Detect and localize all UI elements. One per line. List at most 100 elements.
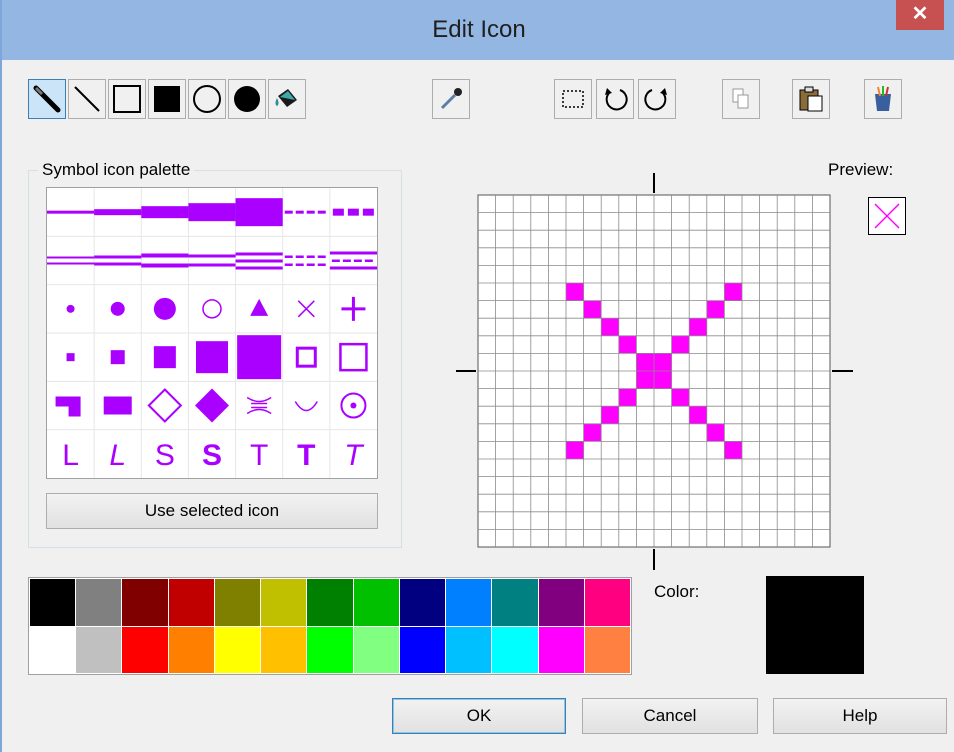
color-swatch-top-1[interactable] — [30, 579, 76, 626]
color-swatch-top-3[interactable] — [122, 579, 168, 626]
palette-symbol-diamond-outline[interactable] — [147, 388, 183, 423]
palette-symbol-glyph-S-bold[interactable]: S — [202, 439, 222, 472]
color-swatch-top-7[interactable] — [307, 579, 353, 626]
palette-symbol-glyph-L-italic[interactable]: L — [109, 439, 126, 472]
palette-symbol-double-thick[interactable] — [141, 253, 189, 268]
palette-symbol-dot-large[interactable] — [153, 297, 176, 320]
palette-symbol-triple[interactable] — [235, 252, 283, 270]
rotate-cw-icon — [642, 84, 672, 114]
eyedropper-icon — [436, 84, 466, 114]
palette-symbol-line-medium[interactable] — [94, 209, 142, 216]
palette-symbol-dash-thin[interactable] — [284, 210, 326, 214]
editor-pixel — [671, 335, 690, 354]
palette-symbol-dash-thick[interactable] — [332, 208, 374, 216]
palette-glyph-glyph-S: S — [155, 439, 175, 472]
palette-symbol-double-split[interactable] — [188, 254, 236, 267]
color-swatch-top-8[interactable] — [353, 579, 399, 626]
palette-symbol-arc[interactable] — [294, 401, 318, 412]
use-selected-icon-button[interactable]: Use selected icon — [46, 493, 378, 529]
palette-symbol-square-outline-large[interactable] — [339, 342, 368, 372]
palette-symbol-dot-small[interactable] — [66, 304, 75, 313]
palette-symbol-circle-outline[interactable] — [202, 299, 222, 319]
rotate-left-button[interactable] — [596, 79, 634, 119]
palette-symbol-double-medium[interactable] — [94, 255, 142, 266]
ellipse-outline-icon — [192, 84, 222, 114]
palette-symbol-glyph-S[interactable]: S — [155, 439, 175, 472]
color-swatch-bottom-5[interactable] — [214, 626, 261, 673]
palette-symbol-x-mark[interactable] — [297, 300, 315, 318]
title-bar: Edit Icon ✕ — [2, 0, 954, 60]
rotate-right-button[interactable] — [638, 79, 676, 119]
color-swatch-top-10[interactable] — [446, 579, 492, 626]
palette-symbol-triple-dash[interactable] — [329, 251, 377, 270]
copy-button[interactable] — [722, 79, 760, 119]
palette-symbol-square-large[interactable] — [196, 341, 228, 374]
color-swatch-top-13[interactable] — [584, 579, 630, 626]
color-swatch-top-5[interactable] — [214, 579, 261, 626]
ok-button[interactable]: OK — [392, 698, 566, 734]
palette-symbol-plus[interactable] — [341, 296, 366, 321]
palette-symbol-dot-medium[interactable] — [110, 301, 125, 316]
filled-rectangle-tool[interactable] — [148, 79, 186, 119]
palette-symbol-bowtie[interactable] — [246, 396, 272, 415]
color-swatch-bottom-12[interactable] — [538, 626, 584, 673]
color-swatch-top-12[interactable] — [538, 579, 584, 626]
cancel-button[interactable]: Cancel — [582, 698, 758, 734]
palette-symbol-square-small[interactable] — [110, 350, 125, 365]
pixel-editor[interactable] — [453, 170, 855, 572]
color-swatch-bottom-8[interactable] — [353, 626, 399, 673]
editor-pixel — [654, 371, 672, 389]
palette-symbol-glyph-T[interactable]: T — [250, 439, 268, 472]
editor-pixel — [706, 423, 725, 442]
palette-symbol-line-thicker[interactable] — [188, 203, 236, 222]
palette-symbol-step-shape[interactable] — [55, 396, 81, 417]
copy-icon — [726, 84, 756, 114]
select-button[interactable] — [554, 79, 592, 119]
pencil-tool[interactable] — [28, 79, 66, 119]
palette-symbol-square-outline-small[interactable] — [295, 346, 317, 368]
palette-symbol-triangle[interactable] — [250, 298, 269, 316]
palette-symbol-glyph-T-italic[interactable]: T — [344, 439, 365, 472]
filled-ellipse-tool[interactable] — [228, 79, 266, 119]
color-swatch-bottom-4[interactable] — [168, 626, 214, 673]
color-swatch-bottom-13[interactable] — [584, 626, 630, 673]
color-swatch-top-11[interactable] — [492, 579, 538, 626]
icon-preview — [868, 197, 906, 235]
color-swatch-bottom-9[interactable] — [399, 626, 446, 673]
palette-symbol-square-xl[interactable] — [237, 335, 282, 380]
palette-symbol-line-thickest[interactable] — [235, 198, 283, 227]
palette-symbol-square-tiny[interactable] — [66, 353, 75, 362]
palette-symbol-double-thin[interactable] — [47, 256, 95, 265]
color-swatch-bottom-6[interactable] — [261, 626, 307, 673]
palette-symbol-double-dash[interactable] — [284, 255, 326, 267]
palette-symbol-line-thin[interactable] — [47, 210, 95, 214]
color-swatch-bottom-3[interactable] — [122, 626, 168, 673]
color-swatch-top-6[interactable] — [261, 579, 307, 626]
color-swatch-top-9[interactable] — [399, 579, 446, 626]
palette-symbol-square-medium[interactable] — [153, 346, 176, 369]
palette-symbol-circle-dot[interactable] — [340, 392, 367, 419]
palette-symbol-line-thick[interactable] — [141, 206, 189, 219]
palette-symbol-glyph-L[interactable]: L — [62, 439, 79, 472]
color-swatch-bottom-10[interactable] — [446, 626, 492, 673]
color-swatch-bottom-2[interactable] — [76, 626, 122, 673]
line-tool[interactable] — [68, 79, 106, 119]
ellipse-filled-icon — [232, 84, 262, 114]
color-swatch-top-4[interactable] — [168, 579, 214, 626]
color-swatch-bottom-11[interactable] — [492, 626, 538, 673]
editor-pixel — [671, 388, 690, 407]
rectangle-tool[interactable] — [108, 79, 146, 119]
help-button[interactable]: Help — [773, 698, 947, 734]
clear-button[interactable] — [864, 79, 902, 119]
palette-symbol-glyph-T-bold[interactable]: T — [297, 439, 315, 472]
palette-symbol-rect-wide[interactable] — [103, 396, 132, 415]
ellipse-tool[interactable] — [188, 79, 226, 119]
color-swatch-bottom-1[interactable] — [30, 626, 76, 673]
paste-button[interactable] — [792, 79, 830, 119]
palette-symbol-diamond-filled[interactable] — [195, 388, 229, 423]
color-swatch-bottom-7[interactable] — [307, 626, 353, 673]
close-button[interactable]: ✕ — [896, 0, 944, 30]
eyedropper-tool[interactable] — [432, 79, 470, 119]
color-swatch-top-2[interactable] — [76, 579, 122, 626]
fill-tool[interactable] — [268, 79, 306, 119]
